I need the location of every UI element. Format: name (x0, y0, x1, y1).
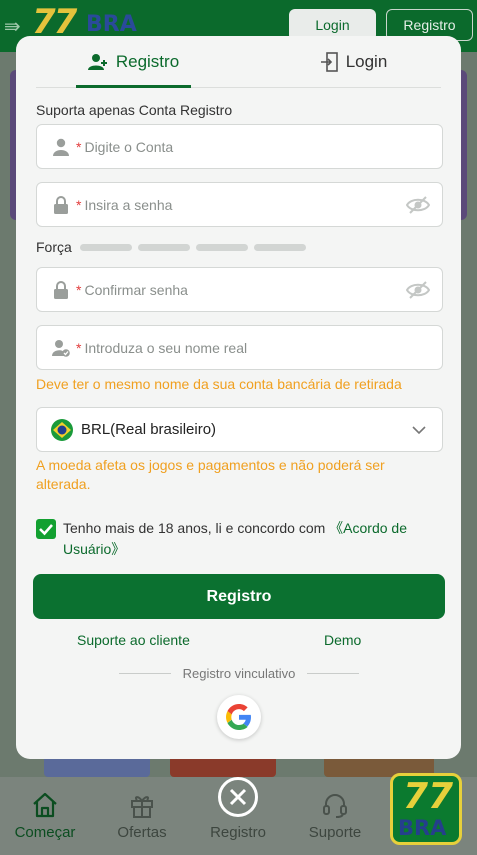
tab-label: Registro (115, 52, 180, 71)
strength-bar (195, 243, 248, 251)
terms-text: Tenho mais de 18 anos, li e concordo com… (63, 518, 433, 560)
nav-label: Suporte (308, 824, 362, 841)
demo-link[interactable]: Demo (324, 632, 361, 648)
currency-value: BRL(Real brasileiro) (81, 421, 217, 438)
strength-bar (137, 243, 190, 251)
close-modal-button[interactable] (218, 777, 258, 817)
tab-register[interactable]: Registro (76, 36, 191, 88)
real-name-field[interactable]: * Introduza o seu nome real (36, 325, 443, 370)
divider-text: Registro vinculativo (182, 666, 296, 681)
nav-item-offers[interactable]: Ofertas (107, 790, 177, 841)
terms-statement: Tenho mais de 18 anos, li e concordo com (63, 520, 330, 536)
gift-icon (131, 796, 153, 818)
nav-label: Ofertas (117, 824, 167, 841)
google-icon (226, 704, 251, 730)
nav-item-start[interactable]: Começar (10, 790, 80, 841)
auth-tabs: Registro Login (36, 36, 441, 88)
real-name-placeholder: Introduza o seu nome real (84, 339, 248, 356)
register-submit-button[interactable]: Registro (33, 574, 445, 619)
eye-hidden-icon[interactable] (406, 195, 430, 215)
password-placeholder: Insira a senha (84, 196, 173, 213)
home-icon (33, 792, 57, 818)
lock-icon (54, 195, 68, 214)
account-field[interactable]: * Digite o Conta (36, 124, 443, 169)
strength-label: Força (36, 239, 72, 255)
social-divider: Registro vinculativo (119, 666, 359, 681)
brand-badge-text: BRA (398, 816, 447, 840)
headset-icon (323, 794, 347, 818)
verified-user-icon (52, 339, 70, 357)
tab-login[interactable]: Login (296, 36, 411, 88)
divider-line (119, 673, 171, 674)
password-field[interactable]: * Insira a senha (36, 182, 443, 227)
login-door-icon (320, 52, 338, 72)
brazil-flag-icon (51, 418, 73, 441)
currency-hint: A moeda afeta os jogos e pagamentos e nã… (36, 457, 385, 492)
strength-bar (253, 243, 306, 251)
register-modal: Registro Login Suporta apenas Conta Regi… (16, 36, 461, 759)
required-mark: * (76, 196, 82, 213)
real-name-hint: Deve ter o mesmo nome da sua conta bancá… (36, 376, 402, 392)
password-strength: Força (36, 239, 312, 255)
active-tab-indicator (76, 85, 191, 88)
menu-icon[interactable]: ⇛ (4, 14, 21, 39)
brand-badge[interactable]: 77 BRA (390, 773, 462, 845)
chevron-down-icon (412, 426, 426, 435)
app-logo-sub: BRA (86, 12, 137, 37)
customer-support-link[interactable]: Suporte ao cliente (77, 632, 190, 648)
brand-badge-number: 77 (403, 776, 454, 817)
divider-line (307, 673, 359, 674)
eye-hidden-icon[interactable] (406, 280, 430, 300)
strength-bar (79, 243, 132, 251)
account-placeholder: Digite o Conta (84, 138, 174, 155)
required-mark: * (76, 339, 82, 356)
google-login-button[interactable] (217, 695, 261, 739)
confirm-password-placeholder: Confirmar senha (84, 281, 188, 298)
user-icon (53, 138, 69, 156)
tab-label: Login (345, 52, 388, 71)
account-section-label: Suporta apenas Conta Registro (36, 102, 233, 118)
required-mark: * (76, 281, 82, 298)
currency-select[interactable]: BRL(Real brasileiro) (36, 407, 443, 452)
confirm-password-field[interactable]: * Confirmar senha (36, 267, 443, 312)
close-icon (229, 788, 247, 806)
lock-icon (54, 280, 68, 299)
nav-label: Começar (14, 824, 76, 841)
check-icon (39, 524, 53, 536)
add-user-icon (87, 54, 107, 70)
nav-label: Registro (210, 824, 266, 841)
required-mark: * (76, 138, 82, 155)
nav-item-support[interactable]: Suporte (300, 790, 370, 841)
terms-checkbox[interactable] (36, 519, 56, 539)
